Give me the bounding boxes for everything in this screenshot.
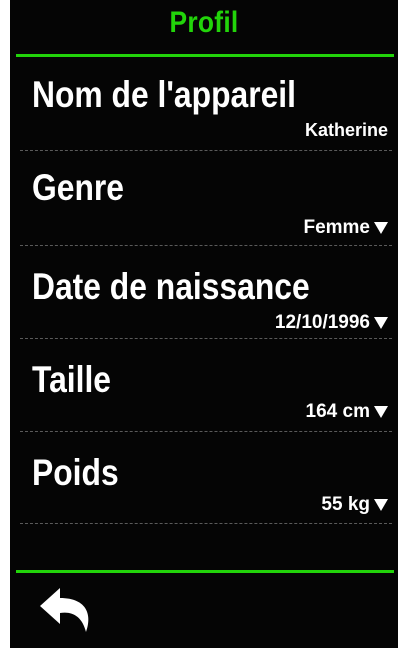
device-screen: Profil Nom de l'appareil Katherine Genre…	[10, 0, 398, 648]
field-value: Katherine	[305, 120, 388, 141]
page-title: Profil	[169, 6, 239, 39]
field-gender[interactable]: Genre Femme	[10, 151, 398, 245]
header: Profil	[10, 0, 398, 54]
row-divider	[20, 523, 392, 524]
field-label: Taille	[32, 359, 111, 400]
dropdown-triangle-icon	[374, 317, 388, 329]
birth-date-value: 12/10/1996	[274, 312, 370, 333]
field-label: Poids	[32, 452, 119, 493]
height-value: 164 cm	[305, 401, 370, 422]
field-value: 12/10/1996	[275, 312, 388, 334]
back-arrow-icon	[40, 588, 89, 632]
field-value: 164 cm	[306, 401, 388, 423]
gender-value: Femme	[303, 217, 370, 238]
footer-divider	[16, 570, 394, 573]
back-button[interactable]	[38, 586, 96, 636]
weight-value: 55 kg	[321, 494, 370, 515]
field-height[interactable]: Taille 164 cm	[10, 339, 398, 431]
field-birth-date[interactable]: Date de naissance 12/10/1996	[10, 246, 398, 338]
field-label: Genre	[32, 167, 124, 208]
field-device-name[interactable]: Nom de l'appareil Katherine	[10, 58, 398, 150]
dropdown-triangle-icon	[374, 499, 388, 511]
field-value: Femme	[303, 217, 388, 239]
field-label: Nom de l'appareil	[32, 74, 296, 115]
field-label: Date de naissance	[32, 266, 310, 307]
header-divider	[16, 54, 394, 57]
field-weight[interactable]: Poids 55 kg	[10, 432, 398, 524]
dropdown-triangle-icon	[374, 406, 388, 418]
field-value: 55 kg	[321, 494, 388, 516]
device-name-value: Katherine	[304, 120, 388, 140]
dropdown-triangle-icon	[374, 222, 388, 234]
